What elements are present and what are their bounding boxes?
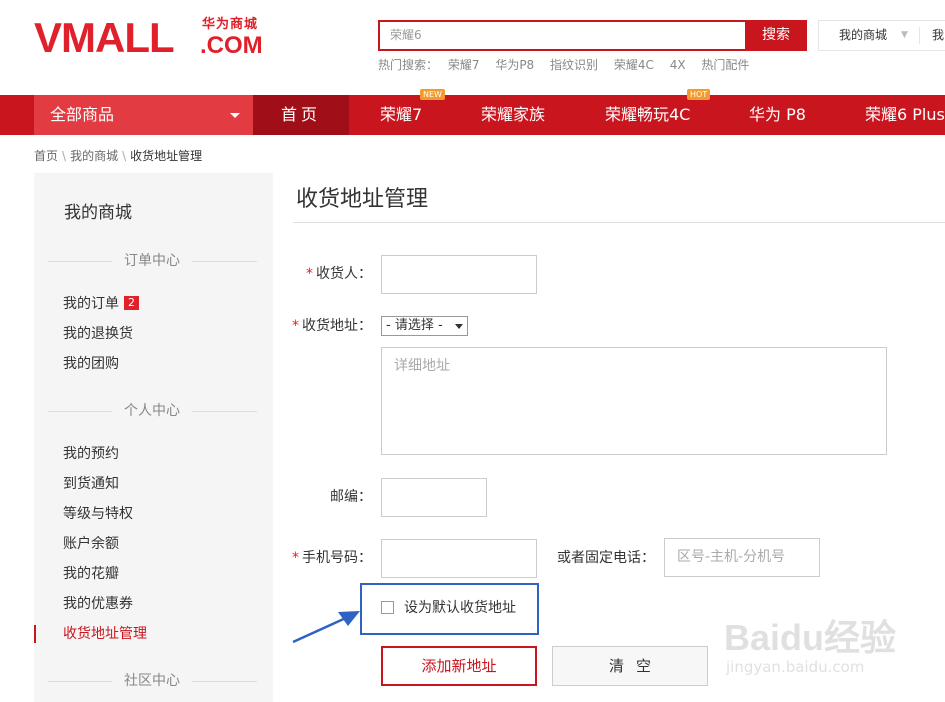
breadcrumb-current: 收货地址管理 [130, 149, 203, 163]
nav-item-honor-play-4c[interactable]: 荣耀畅玩4C HOT [605, 89, 711, 135]
sidebar-item-address-management[interactable]: 收货地址管理 [63, 625, 147, 643]
required-mark: * [292, 318, 299, 334]
chevron-down-icon [455, 324, 463, 329]
sidebar-item-levels[interactable]: 等级与特权 [63, 505, 133, 523]
top-user-links: 我的商城 ▼ 我的 [818, 20, 945, 51]
breadcrumb-separator: \ [122, 149, 127, 163]
sidebar-item-reservations[interactable]: 我的预约 [63, 445, 119, 463]
annotation-arrow-icon [292, 611, 360, 644]
nav-item-honor7[interactable]: 荣耀7 NEW [380, 89, 445, 135]
nav-item-label: 荣耀家族 [481, 105, 546, 124]
nav-item-huawei-p8[interactable]: 华为 P8 [749, 95, 806, 135]
nav-item-honor6-plus[interactable]: 荣耀6 Plus [865, 95, 945, 135]
page-title: 收货地址管理 [296, 187, 429, 212]
watermark-url: jingyan.baidu.com [726, 658, 865, 676]
logo-chinese-name: 华为商城 [202, 17, 259, 32]
required-mark: * [292, 550, 299, 566]
sidebar-section-orders: 订单中心 [48, 251, 257, 271]
breadcrumb-my-mall[interactable]: 我的商城 [70, 149, 118, 163]
landline-label: 或者固定电话： [557, 550, 655, 566]
all-products-label: 全部商品 [50, 105, 115, 124]
sidebar-item-coupons[interactable]: 我的优惠券 [63, 595, 133, 613]
chevron-down-icon [230, 113, 240, 118]
new-badge: NEW [420, 89, 445, 100]
nav-item-label: 荣耀畅玩4C [605, 105, 691, 124]
mobile-label: * 手机号码： [292, 549, 372, 567]
sidebar-section-label: 订单中心 [112, 251, 192, 271]
landline-input[interactable]: 区号-主机-分机号 [664, 538, 820, 577]
nav-item-home[interactable]: 首页 [253, 95, 349, 135]
logo-wordmark: VMALL [34, 14, 175, 61]
nav-item-honor-family[interactable]: 荣耀家族 [481, 95, 545, 135]
nav-item-label: 荣耀6 Plus [865, 105, 945, 124]
hot-search-bar: 热门搜索： 荣耀7 华为P8 指纹识别 荣耀4C 4X 热门配件 [378, 56, 761, 73]
vmall-logo[interactable]: VMALL 华为商城 .COM [34, 14, 264, 61]
consignee-label: * 收货人： [306, 265, 372, 283]
hot-search-label: 热门搜索： [378, 58, 439, 72]
nav-item-label: 华为 P8 [749, 105, 806, 124]
sidebar-item-group-buy[interactable]: 我的团购 [63, 355, 119, 373]
search-input[interactable]: 荣耀6 [378, 20, 745, 51]
hot-search-term[interactable]: 热门配件 [701, 58, 749, 72]
divider [919, 27, 920, 44]
hot-search-term[interactable]: 荣耀7 [448, 58, 480, 72]
region-select-value: - 请选择 - [386, 318, 443, 333]
address-label-text: 收货地址： [302, 318, 372, 334]
my-mall-dropdown[interactable]: 我的商城 [839, 21, 887, 50]
all-products-menu[interactable]: 全部商品 [34, 95, 253, 135]
address-label: * 收货地址： [292, 317, 372, 335]
mobile-label-text: 手机号码： [302, 550, 372, 566]
chevron-down-icon: ▼ [901, 30, 908, 40]
sidebar-item-label: 我的订单 [63, 296, 119, 312]
my-more-link[interactable]: 我的 [932, 21, 945, 50]
sidebar-title[interactable]: 我的商城 [64, 198, 132, 223]
sidebar-item-arrival-notice[interactable]: 到货通知 [63, 475, 119, 493]
hot-search-term[interactable]: 4X [670, 58, 686, 72]
zip-input[interactable] [381, 478, 487, 517]
baidu-jingyan-watermark: Baidu经验 jingyan.baidu.com [724, 618, 944, 698]
hot-search-term[interactable]: 指纹识别 [550, 58, 598, 72]
hot-search-term[interactable]: 华为P8 [495, 58, 534, 72]
add-address-button[interactable]: 添加新地址 [381, 646, 537, 686]
consignee-label-text: 收货人： [316, 266, 372, 282]
required-mark: * [306, 266, 313, 282]
hot-badge: HOT [687, 89, 711, 100]
sidebar-section-community: 社区中心 [48, 671, 257, 691]
order-count-badge: 2 [124, 296, 139, 310]
clear-button[interactable]: 清空 [552, 646, 708, 686]
default-address-label[interactable]: 设为默认收货地址 [404, 599, 516, 617]
sidebar-active-indicator [34, 625, 36, 643]
consignee-input[interactable] [381, 255, 537, 294]
sidebar-section-personal: 个人中心 [48, 401, 257, 421]
address-detail-textarea[interactable]: 详细地址 [381, 347, 887, 455]
hot-search-term[interactable]: 荣耀4C [614, 58, 654, 72]
mobile-input[interactable] [381, 539, 537, 578]
breadcrumb-separator: \ [62, 149, 67, 163]
logo-domain: .COM [200, 32, 263, 59]
zip-label: 邮编： [330, 489, 372, 505]
breadcrumb-home[interactable]: 首页 [34, 149, 58, 163]
sidebar-section-label: 社区中心 [112, 671, 192, 691]
search-button[interactable]: 搜索 [745, 20, 807, 51]
sidebar-item-returns[interactable]: 我的退换货 [63, 325, 133, 343]
region-select[interactable]: - 请选择 - [381, 316, 468, 336]
sidebar-item-petals[interactable]: 我的花瓣 [63, 565, 119, 583]
sidebar-section-label: 个人中心 [112, 401, 192, 421]
sidebar-item-balance[interactable]: 账户余额 [63, 535, 119, 553]
default-address-checkbox[interactable] [381, 601, 394, 614]
divider [293, 222, 945, 223]
sidebar-item-my-orders[interactable]: 我的订单 2 [63, 295, 139, 313]
watermark-logo: Baidu经验 [724, 617, 897, 658]
nav-item-label: 荣耀7 [380, 105, 423, 124]
breadcrumb: 首页 \ 我的商城 \ 收货地址管理 [34, 147, 202, 164]
